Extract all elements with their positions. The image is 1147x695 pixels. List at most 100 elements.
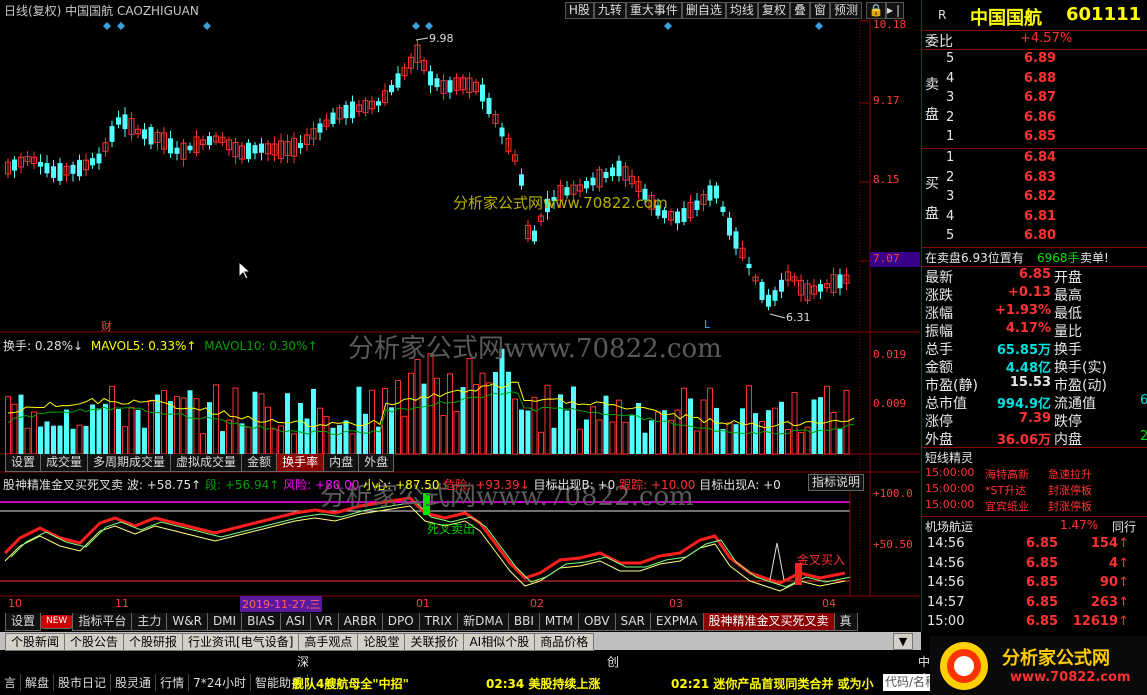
volume-bar	[564, 410, 570, 454]
toolbar-button[interactable]: 删自选	[681, 2, 726, 19]
volume-tab[interactable]: 金额	[241, 454, 278, 472]
indicator-help-button[interactable]: 指标说明	[808, 474, 865, 491]
bottom-menu-item[interactable]: 行情	[156, 674, 190, 691]
mavol5-value: MAVOL5: 0.33%↑	[90, 339, 197, 353]
quote-value: 36.06万	[996, 433, 1051, 448]
price-axis-label: 10.18	[873, 18, 907, 31]
news-tab[interactable]: 论股堂	[357, 633, 406, 651]
toolbar-button[interactable]: 复权	[757, 2, 790, 19]
candle-body	[759, 282, 765, 300]
indicator-tab[interactable]: ASI	[279, 613, 312, 631]
finance-marker[interactable]: 财	[101, 318, 112, 334]
toolbar-button[interactable]: 窗	[809, 2, 830, 19]
indicator-tab[interactable]: 真	[833, 613, 858, 631]
indicator-tab[interactable]: 主力	[131, 613, 168, 631]
volume-tab[interactable]: 多周期成交量	[87, 454, 172, 472]
order-book-row: 1 6.85	[922, 129, 1147, 147]
bottom-menu-item[interactable]: 7*24小时	[189, 674, 251, 691]
bottom-menu-item[interactable]: 言	[0, 674, 22, 691]
tick-price: 6.85	[1026, 555, 1059, 571]
volume-bar	[330, 427, 336, 454]
indicator-tab[interactable]: OBV	[577, 613, 616, 631]
indicator-tab[interactable]: MTM	[538, 613, 579, 631]
tick-time: 14:57	[927, 594, 965, 610]
candle-body	[727, 217, 732, 236]
bottom-menu-item[interactable]: 股市日记	[54, 674, 112, 691]
order-price: 6.81	[1024, 208, 1057, 224]
indicator-tab[interactable]: ARBR	[337, 613, 383, 631]
order-price: 6.88	[1024, 70, 1057, 86]
toolbar-button[interactable]: H股	[564, 2, 594, 19]
indicator-tab[interactable]: 新DMA	[457, 613, 509, 631]
ticker-item[interactable]: 02:34 美股持续上涨	[486, 675, 600, 692]
ticker-item[interactable]: 02:21 迷你产品首现同类合并 或为小	[671, 675, 874, 692]
chart-area[interactable]: 日线(复权) 中国国航 CAOZHIGUAN H股 九转 重大事件 删自选 均线 复权叠窗…	[0, 0, 920, 632]
toolbar-button[interactable]: 重大事件	[625, 2, 682, 19]
news-tabs: 个股新闻 个股公告 个股研报 行业资讯[电气设备] 高手观点 论股堂 关联报价 AI相似个股商…	[5, 633, 595, 651]
indicator-tab[interactable]: 指标平台	[72, 613, 133, 631]
candle-body	[499, 127, 505, 137]
watermark: 分析家公式网www.70822.com	[453, 194, 668, 212]
volume-bar	[720, 428, 726, 454]
volume-bar	[70, 428, 76, 454]
candle-body	[38, 161, 43, 167]
volume-legend: 换手: 0.28%↓ MAVOL5: 0.33%↑ MAVOL10: 0.30%…	[3, 337, 318, 354]
indicator-tab[interactable]: DPO	[381, 613, 420, 631]
volume-tab[interactable]: 虚拟成交量	[170, 454, 243, 472]
indicator-tab[interactable]: W&R	[166, 613, 208, 631]
indicator-tab[interactable]: DMI	[206, 613, 243, 631]
volume-bar	[96, 408, 102, 454]
news-tab[interactable]: 个股研报	[123, 633, 184, 651]
quote-label-right: 内盘	[1054, 432, 1082, 448]
bottom-menu-item[interactable]: 解盘	[21, 674, 55, 691]
volume-tab[interactable]: 换手率	[276, 454, 325, 472]
indicator-tab[interactable]: TRIX	[418, 613, 459, 631]
candle-body	[51, 166, 56, 178]
news-tab[interactable]: 个股公告	[64, 633, 125, 651]
volume-bar	[519, 409, 524, 454]
candle-body	[57, 163, 63, 181]
news-tab[interactable]: AI相似个股	[463, 633, 536, 651]
tick-row: 14:56 6.85 154 ↑	[922, 536, 1147, 554]
news-tab[interactable]: 关联报价	[404, 633, 465, 651]
weibi-label: 委比	[925, 34, 953, 50]
bottom-menu-item[interactable]: 股灵通	[111, 674, 157, 691]
lock-icon[interactable]: 🔒	[866, 2, 886, 19]
weibi-value: +4.57%	[1020, 31, 1073, 46]
news-tab[interactable]: 商品价格	[534, 633, 595, 651]
indicator-tab[interactable]: EXPMA	[649, 613, 704, 631]
indicator-tab[interactable]: SAR	[614, 613, 651, 631]
ticker-item[interactable]: 舰队4艘航母全"中招"	[292, 675, 409, 692]
indicator-tab[interactable]: BBI	[507, 613, 540, 631]
indicator-tab[interactable]: 股神精准金叉买死叉卖	[702, 613, 835, 631]
candle-body	[90, 158, 95, 166]
volume-tab[interactable]: 成交量	[40, 454, 89, 472]
candle-body	[818, 284, 823, 292]
toolbar-button[interactable]: 九转	[593, 2, 626, 19]
toolbar-button[interactable]: 均线	[725, 2, 758, 19]
stock-code: 601111	[1066, 4, 1142, 25]
volume-bar	[421, 383, 427, 454]
volume-tab[interactable]: 外盘	[358, 454, 395, 472]
chart-canvas[interactable]	[0, 18, 920, 632]
volume-bar	[726, 422, 733, 455]
toolbar-button[interactable]: 叠	[789, 2, 810, 19]
elves-row[interactable]: 15:00:00 宜宾纸业 封涨停板	[922, 498, 1147, 516]
indicator-tab[interactable]: VR	[310, 613, 339, 631]
volume-bar	[466, 358, 473, 455]
indicator-tab[interactable]: BIAS	[241, 613, 281, 631]
news-tab[interactable]: 个股新闻	[5, 633, 66, 651]
volume-bar	[239, 423, 245, 454]
news-tab[interactable]: 行业资讯[电气设备]	[182, 633, 300, 651]
indicator-tab[interactable]: NEW	[40, 615, 74, 629]
date-label: 10	[8, 597, 22, 610]
collapse-icon[interactable]: ▼	[893, 633, 913, 650]
indicator-tab[interactable]: 设置	[5, 613, 42, 631]
price-axis-label: 8.15	[873, 173, 900, 186]
volume-tab[interactable]: 设置	[5, 454, 42, 472]
arrow-icon[interactable]: ▸❘	[886, 2, 904, 19]
volume-bar	[18, 394, 24, 454]
toolbar-button[interactable]: 预测	[829, 2, 862, 19]
volume-tab[interactable]: 内盘	[323, 454, 360, 472]
news-tab[interactable]: 高手观点	[298, 633, 359, 651]
